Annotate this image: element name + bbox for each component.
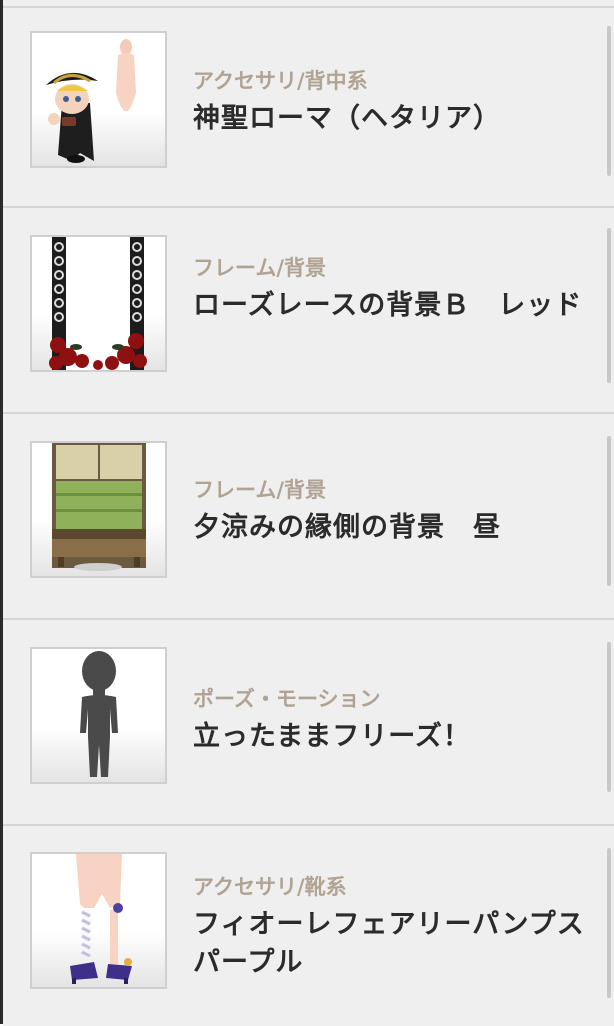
item-thumbnail [30, 852, 167, 989]
item-thumbnail [30, 235, 167, 372]
item-text: フレーム/背景 夕涼みの縁側の背景 昼 [193, 477, 586, 547]
chibi-character-icon [46, 39, 136, 163]
item-title: ローズレースの背景Ｂ レッド [193, 290, 583, 321]
scrollbar-track[interactable] [607, 848, 611, 998]
item-text: アクセサリ/背中系 神聖ローマ（ヘタリア） [193, 68, 586, 138]
item-thumbnail [30, 31, 167, 168]
list-item[interactable]: アクセサリ/靴系 フィオーレフェアリーパンプス パープル [3, 826, 614, 1026]
item-text: アクセサリ/靴系 フィオーレフェアリーパンプス パープル [193, 874, 613, 982]
pumps-shoes-icon [70, 854, 132, 984]
item-text: フレーム/背景 ローズレースの背景Ｂ レッド [193, 255, 586, 325]
item-title: フィオーレフェアリーパンプス パープル [193, 909, 613, 978]
item-category: ポーズ・モーション [193, 687, 381, 711]
item-title: 夕涼みの縁側の背景 昼 [193, 512, 501, 543]
item-list: アクセサリ/背中系 神聖ローマ（ヘタリア） フレーム/背景 ローズレースの背景Ｂ… [3, 8, 614, 1026]
item-thumbnail [30, 647, 167, 784]
list-item[interactable]: フレーム/背景 ローズレースの背景Ｂ レッド [3, 208, 614, 414]
veranda-background-icon [52, 443, 146, 571]
item-title: 立ったままフリーズ！ [193, 721, 471, 752]
item-title: 神聖ローマ（ヘタリア） [193, 103, 501, 134]
rose-lace-frame-icon [49, 237, 147, 370]
list-item[interactable]: ポーズ・モーション 立ったままフリーズ！ [3, 620, 614, 826]
list-item[interactable]: フレーム/背景 夕涼みの縁側の背景 昼 [3, 414, 614, 620]
item-text: ポーズ・モーション 立ったままフリーズ！ [193, 686, 586, 756]
list-item[interactable]: アクセサリ/背中系 神聖ローマ（ヘタリア） [3, 8, 614, 208]
scrollbar-track[interactable] [607, 228, 611, 383]
silhouette-pose-icon [80, 651, 118, 777]
top-edge [3, 0, 614, 8]
item-thumbnail [30, 441, 167, 578]
item-category: フレーム/背景 [193, 256, 327, 280]
scrollbar-track[interactable] [607, 436, 611, 586]
item-category: アクセサリ/靴系 [193, 875, 347, 899]
scrollbar-track[interactable] [607, 642, 611, 792]
item-category: アクセサリ/背中系 [193, 69, 368, 93]
scrollbar-track[interactable] [607, 26, 611, 176]
item-category: フレーム/背景 [193, 478, 327, 502]
